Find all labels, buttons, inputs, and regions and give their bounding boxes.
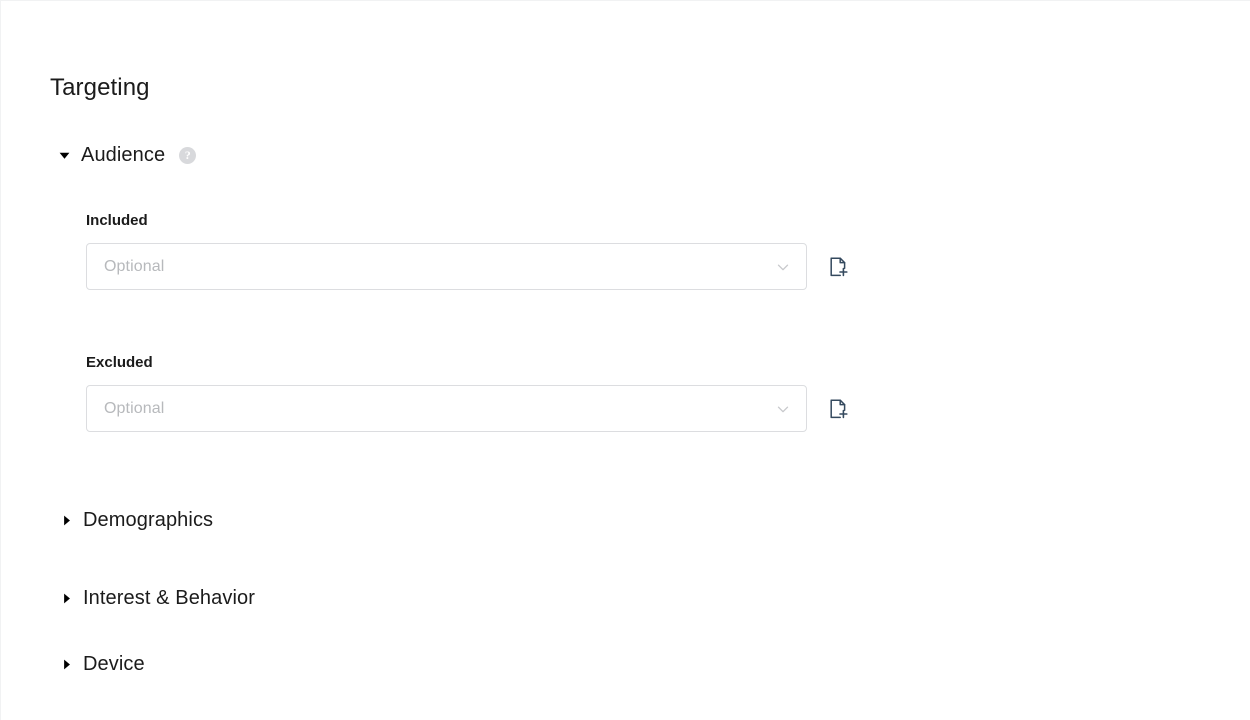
section-header-interest-behavior[interactable]: Interest & Behavior: [59, 585, 255, 611]
field-label-included: Included: [86, 212, 148, 229]
caret-right-icon[interactable]: [59, 513, 73, 527]
caret-right-icon[interactable]: [59, 591, 73, 605]
section-title-demographics: Demographics: [83, 509, 214, 531]
excluded-select-wrap: Optional: [86, 385, 807, 432]
included-select-wrap: Optional: [86, 243, 807, 290]
document-add-icon[interactable]: [825, 396, 851, 422]
included-select-placeholder: Optional: [104, 257, 165, 275]
field-group-excluded: Excluded Optional: [86, 353, 851, 432]
field-group-included: Included Optional: [86, 211, 851, 290]
section-title-audience: Audience: [81, 144, 166, 166]
section-header-device[interactable]: Device: [59, 651, 145, 677]
page-title: Targeting: [50, 74, 150, 102]
section-title-interest-behavior: Interest & Behavior: [83, 587, 255, 609]
excluded-select[interactable]: Optional: [86, 385, 807, 432]
section-title-device: Device: [83, 653, 145, 675]
targeting-page: Targeting Audience ? Included Optional E…: [0, 0, 1250, 720]
help-circle-icon[interactable]: ?: [179, 146, 197, 164]
field-label-excluded: Excluded: [86, 354, 153, 371]
document-add-icon[interactable]: [825, 254, 851, 280]
field-row-excluded: Optional: [86, 385, 851, 432]
excluded-select-placeholder: Optional: [104, 399, 165, 417]
caret-down-icon[interactable]: [57, 148, 71, 162]
caret-right-icon[interactable]: [59, 657, 73, 671]
section-header-demographics[interactable]: Demographics: [59, 507, 213, 533]
section-header-audience[interactable]: Audience ?: [57, 142, 197, 168]
field-row-included: Optional: [86, 243, 851, 290]
targeting-panel: Targeting Audience ? Included Optional E…: [21, 2, 1250, 720]
included-select[interactable]: Optional: [86, 243, 807, 290]
